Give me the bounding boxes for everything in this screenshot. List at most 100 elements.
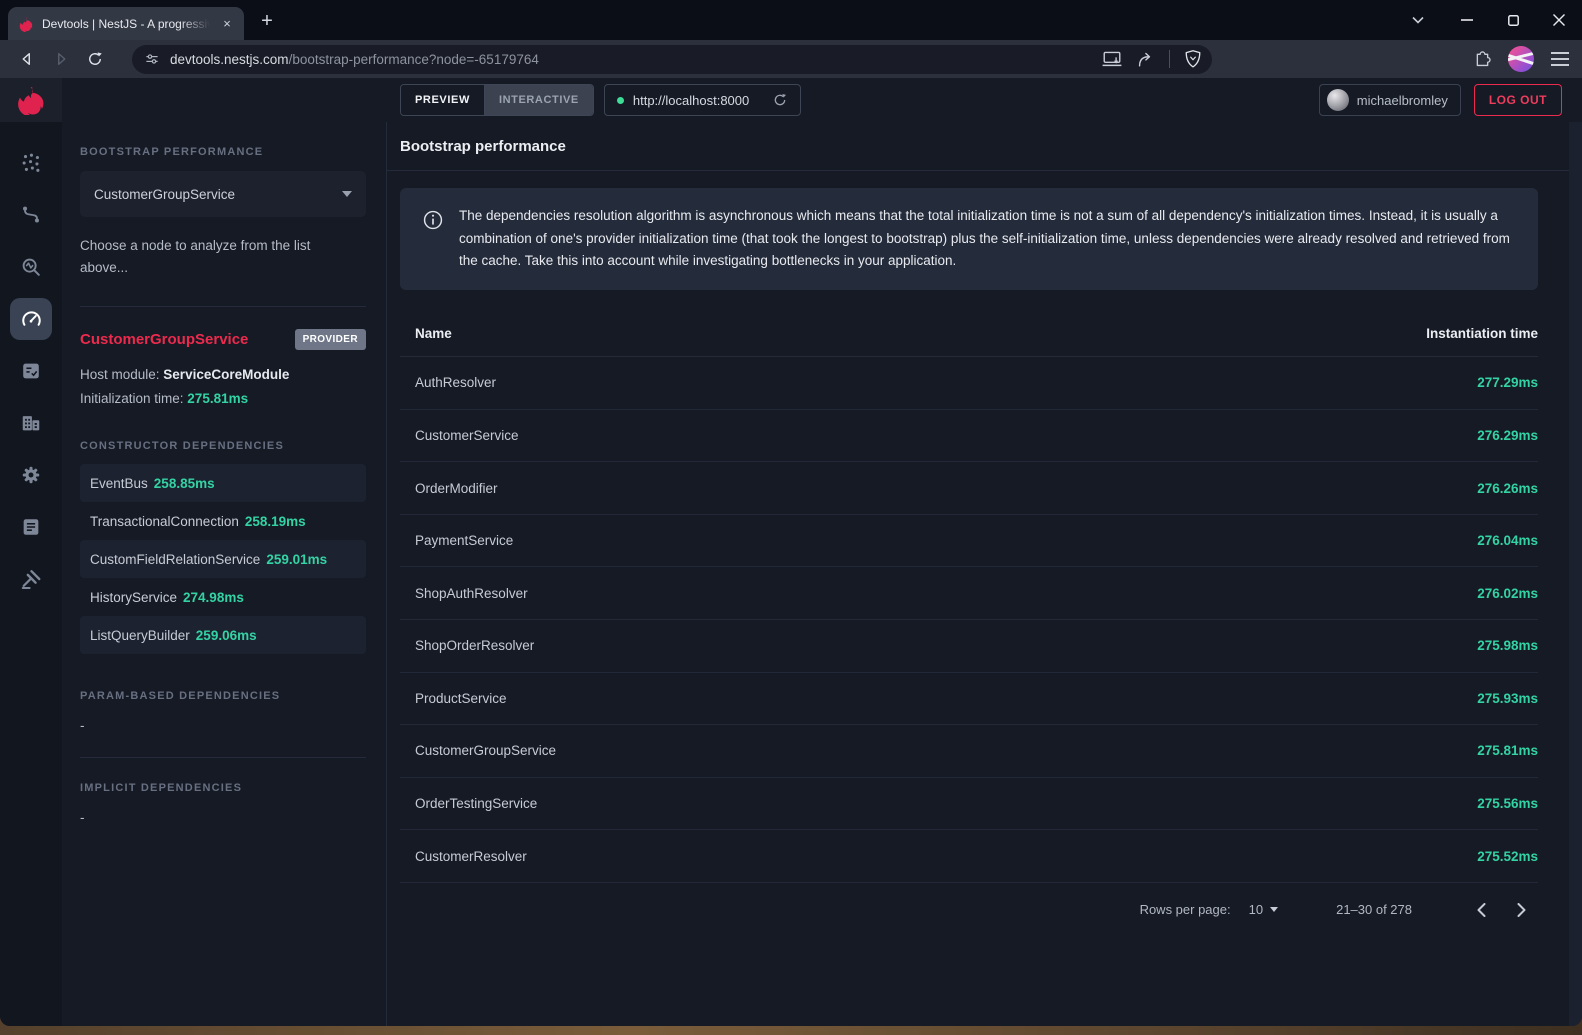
logout-button[interactable]: LOG OUT bbox=[1474, 84, 1562, 116]
rows-per-page-select[interactable]: 10 bbox=[1249, 902, 1278, 917]
table-row[interactable]: ProductService275.93ms bbox=[400, 673, 1538, 726]
dependency-item[interactable]: EventBus258.85ms bbox=[80, 464, 366, 502]
chevron-down-icon bbox=[342, 191, 352, 197]
nestjs-logo-icon bbox=[16, 85, 46, 115]
browser-tab-strip: Devtools | NestJS - A progressive × + bbox=[0, 0, 1582, 40]
param-deps-title: PARAM-BASED DEPENDENCIES bbox=[80, 690, 366, 702]
app-topbar: PREVIEW INTERACTIVE http://localhost:800… bbox=[62, 78, 1582, 122]
routes-icon bbox=[20, 204, 42, 226]
interactive-tab[interactable]: INTERACTIVE bbox=[485, 85, 593, 115]
forward-button[interactable] bbox=[46, 44, 76, 74]
back-button[interactable] bbox=[12, 44, 42, 74]
status-dot bbox=[617, 97, 624, 104]
sidebar-item-audit[interactable] bbox=[10, 350, 52, 392]
next-page-button[interactable] bbox=[1504, 893, 1538, 927]
divider bbox=[80, 757, 366, 758]
previous-page-button[interactable] bbox=[1464, 893, 1498, 927]
browser-profile-avatar[interactable] bbox=[1508, 46, 1534, 72]
dependency-item[interactable]: CustomFieldRelationService259.01ms bbox=[80, 540, 366, 578]
table-row[interactable]: ShopAuthResolver276.02ms bbox=[400, 567, 1538, 620]
speedometer-icon bbox=[20, 308, 43, 331]
info-text: The dependencies resolution algorithm is… bbox=[459, 205, 1516, 273]
host-module-value: ServiceCoreModule bbox=[163, 367, 289, 382]
target-url-chip[interactable]: http://localhost:8000 bbox=[604, 84, 801, 116]
address-bar[interactable]: devtools.nestjs.com/bootstrap-performanc… bbox=[132, 45, 1212, 74]
node-select[interactable]: CustomerGroupService bbox=[80, 171, 366, 217]
rows-per-page-label: Rows per page: bbox=[1140, 902, 1231, 917]
app-logo[interactable] bbox=[0, 78, 62, 122]
table-row[interactable]: OrderTestingService275.56ms bbox=[400, 778, 1538, 831]
panel-title: BOOTSTRAP PERFORMANCE bbox=[80, 146, 366, 158]
info-banner: The dependencies resolution algorithm is… bbox=[400, 188, 1538, 290]
tab-close-icon[interactable]: × bbox=[218, 15, 236, 33]
performance-table: Name Instantiation time AuthResolver277.… bbox=[400, 311, 1538, 937]
info-icon bbox=[422, 209, 444, 231]
close-window-button[interactable] bbox=[1536, 0, 1582, 40]
host-module-row: Host module: ServiceCoreModule bbox=[80, 367, 366, 382]
divider bbox=[80, 306, 366, 307]
browser-menu-icon[interactable] bbox=[1550, 51, 1570, 67]
table-row[interactable]: ShopOrderResolver275.98ms bbox=[400, 620, 1538, 673]
graph-icon bbox=[20, 152, 42, 174]
url-text[interactable]: devtools.nestjs.com/bootstrap-performanc… bbox=[170, 52, 1092, 67]
main-content: Bootstrap performance The dependencies r… bbox=[387, 122, 1582, 1026]
user-avatar bbox=[1327, 89, 1349, 111]
preview-tab[interactable]: PREVIEW bbox=[401, 85, 485, 115]
sidebar-item-bootstrap-performance[interactable] bbox=[10, 298, 52, 340]
implicit-deps-value: - bbox=[80, 810, 366, 825]
username: michaelbromley bbox=[1357, 93, 1448, 108]
dependency-item[interactable]: TransactionalConnection258.19ms bbox=[80, 502, 366, 540]
gavel-icon bbox=[20, 568, 42, 590]
chevron-down-icon bbox=[1270, 907, 1278, 912]
sidebar-item-sandbox[interactable] bbox=[10, 246, 52, 288]
extensions-icon[interactable] bbox=[1473, 50, 1492, 69]
new-tab-button[interactable]: + bbox=[252, 6, 282, 36]
tab-search-icon[interactable] bbox=[1398, 0, 1438, 40]
column-name: Name bbox=[400, 326, 1338, 341]
checklist-icon bbox=[20, 360, 42, 382]
sidebar-item-gavel[interactable] bbox=[10, 558, 52, 600]
page-title: Bootstrap performance bbox=[400, 122, 1538, 155]
reload-button[interactable] bbox=[80, 44, 110, 74]
send-to-device-icon[interactable] bbox=[1102, 50, 1122, 68]
gear-icon bbox=[20, 464, 42, 486]
sidebar-item-settings[interactable] bbox=[10, 454, 52, 496]
browser-tab[interactable]: Devtools | NestJS - A progressive × bbox=[8, 7, 244, 40]
mode-toggle: PREVIEW INTERACTIVE bbox=[400, 84, 594, 116]
init-time-row: Initialization time: 275.81ms bbox=[80, 391, 366, 406]
init-time-value: 275.81ms bbox=[187, 391, 248, 406]
sidebar-item-docs[interactable] bbox=[10, 506, 52, 548]
select-hint: Choose a node to analyze from the list a… bbox=[80, 235, 330, 278]
brave-shield-icon[interactable] bbox=[1184, 49, 1202, 69]
pagination-range: 21–30 of 278 bbox=[1336, 902, 1412, 917]
selected-node-name: CustomerGroupService bbox=[80, 331, 248, 348]
window-controls bbox=[1398, 0, 1582, 40]
table-row[interactable]: CustomerResolver275.52ms bbox=[400, 830, 1538, 883]
nestjs-favicon-icon bbox=[18, 16, 34, 32]
site-settings-icon[interactable] bbox=[144, 51, 160, 67]
user-chip[interactable]: michaelbromley bbox=[1319, 84, 1461, 116]
tab-title: Devtools | NestJS - A progressive bbox=[42, 17, 210, 31]
minimize-button[interactable] bbox=[1444, 0, 1490, 40]
param-deps-value: - bbox=[80, 718, 366, 733]
refresh-icon[interactable] bbox=[772, 92, 788, 108]
sidebar-item-modules[interactable] bbox=[10, 402, 52, 444]
table-header: Name Instantiation time bbox=[400, 311, 1538, 357]
sidebar-item-graph[interactable] bbox=[10, 142, 52, 184]
target-url: http://localhost:8000 bbox=[633, 93, 749, 108]
share-icon[interactable] bbox=[1136, 50, 1155, 69]
table-row[interactable]: CustomerService276.29ms bbox=[400, 410, 1538, 463]
toolbar-divider bbox=[1169, 50, 1170, 68]
divider bbox=[387, 170, 1582, 171]
analyze-search-icon bbox=[20, 256, 42, 278]
table-row[interactable]: PaymentService276.04ms bbox=[400, 515, 1538, 568]
table-row[interactable]: CustomerGroupService275.81ms bbox=[400, 725, 1538, 778]
analysis-panel: BOOTSTRAP PERFORMANCE CustomerGroupServi… bbox=[62, 122, 387, 1026]
dependency-item[interactable]: HistoryService274.98ms bbox=[80, 578, 366, 616]
sidebar-item-routes[interactable] bbox=[10, 194, 52, 236]
scrollbar-track[interactable] bbox=[1569, 122, 1582, 1026]
maximize-button[interactable] bbox=[1490, 0, 1536, 40]
table-row[interactable]: AuthResolver277.29ms bbox=[400, 357, 1538, 410]
table-row[interactable]: OrderModifier276.26ms bbox=[400, 462, 1538, 515]
dependency-item[interactable]: ListQueryBuilder259.06ms bbox=[80, 616, 366, 654]
